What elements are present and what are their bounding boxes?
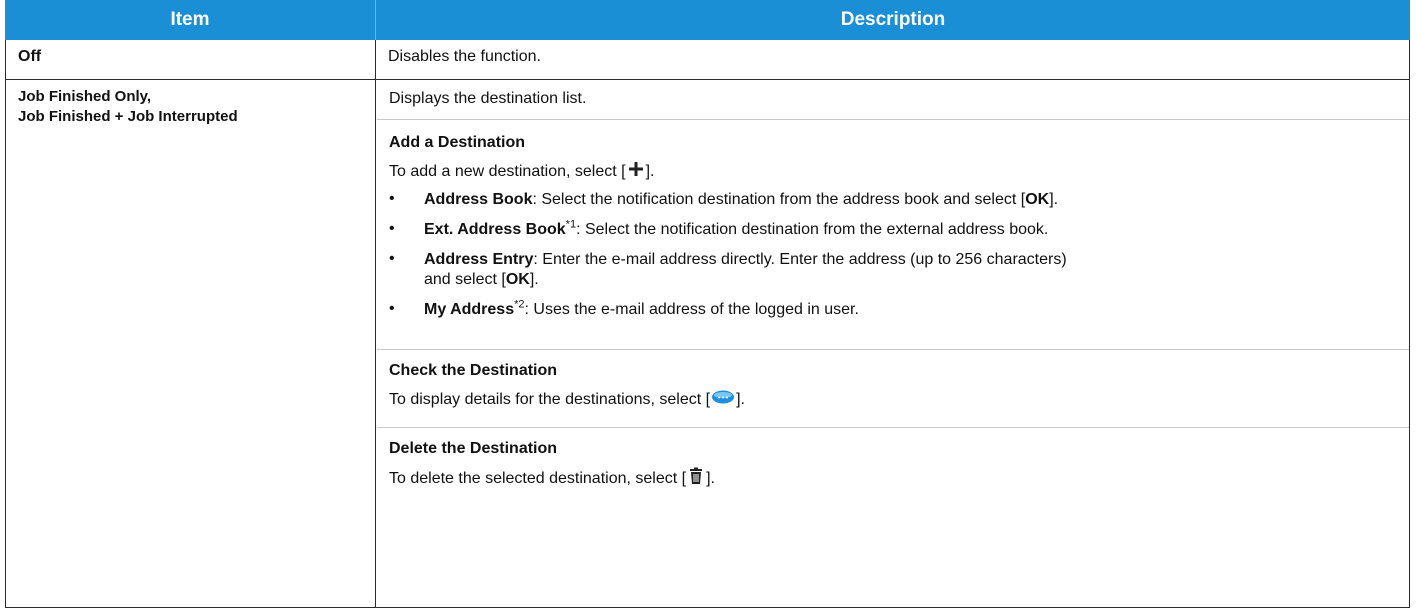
section-add-destination: Add a Destination To add a new destinati… bbox=[377, 120, 1409, 350]
address-entry-text2-end: ]. bbox=[529, 271, 539, 288]
row-off-item: Off bbox=[5, 40, 376, 80]
row-job-item-line1: Job Finished Only, bbox=[18, 88, 152, 105]
term-address-book: Address Book bbox=[424, 191, 533, 208]
footnote-ref-1: *1 bbox=[565, 218, 577, 231]
details-oval-icon bbox=[710, 389, 736, 411]
delete-text-post: ]. bbox=[706, 470, 715, 488]
add-intro-post: ]. bbox=[645, 163, 655, 181]
column-header-item: Item bbox=[5, 0, 376, 40]
my-address-text: : Uses the e-mail address of the logged … bbox=[524, 301, 859, 318]
bullet-dot: • bbox=[389, 300, 395, 317]
row-off-description: Disables the function. bbox=[376, 40, 1410, 80]
ext-address-book-text: : Select the notification destination fr… bbox=[576, 221, 1049, 238]
term-ext-address-book: Ext. Address Book bbox=[424, 221, 566, 238]
row-job-item: Job Finished Only, Job Finished + Job In… bbox=[5, 80, 376, 608]
plus-icon bbox=[626, 161, 646, 183]
row-job-item-line2: Job Finished + Job Interrupted bbox=[18, 108, 238, 125]
row-off-item-label: Off bbox=[18, 48, 42, 65]
section-delete-title: Delete the Destination bbox=[389, 440, 558, 457]
address-entry-text2: and select [ bbox=[424, 271, 506, 288]
trash-icon bbox=[686, 467, 706, 491]
column-header-description: Description bbox=[376, 0, 1410, 40]
section-intro-text: Displays the destination list. bbox=[389, 90, 587, 107]
ok-label: OK bbox=[505, 271, 530, 288]
address-book-text-end: ]. bbox=[1049, 191, 1059, 208]
section-intro: Displays the destination list. bbox=[377, 80, 1409, 120]
address-book-text: : Select the notification destination fr… bbox=[532, 191, 1026, 208]
bullet-dot: • bbox=[389, 190, 395, 207]
section-check-title: Check the Destination bbox=[389, 362, 558, 379]
row-off-description-text: Disables the function. bbox=[388, 48, 541, 65]
section-delete-destination: Delete the Destination To delete the sel… bbox=[377, 428, 1409, 507]
section-check-destination: Check the Destination To display details… bbox=[377, 350, 1409, 428]
add-intro-pre: To add a new destination, select [ bbox=[389, 163, 626, 181]
check-text-pre: To display details for the destinations,… bbox=[389, 391, 711, 409]
delete-text-pre: To delete the selected destination, sele… bbox=[389, 470, 687, 488]
bullet-dot: • bbox=[389, 250, 395, 267]
settings-table: Item Description Off Disables the functi… bbox=[5, 0, 1410, 608]
term-address-entry: Address Entry bbox=[424, 251, 534, 268]
footnote-ref-2: *2 bbox=[514, 298, 525, 311]
ok-label: OK bbox=[1025, 191, 1050, 208]
bullet-dot: • bbox=[389, 220, 395, 237]
check-text-post: ]. bbox=[736, 391, 745, 409]
section-add-title: Add a Destination bbox=[389, 134, 526, 151]
address-entry-text: : Enter the e-mail address directly. Ent… bbox=[533, 251, 1067, 268]
section-check-text: To display details for the destinations,… bbox=[389, 389, 1397, 411]
term-my-address: My Address bbox=[424, 301, 515, 318]
section-add-intro: To add a new destination, select []. bbox=[389, 161, 1397, 183]
section-delete-text: To delete the selected destination, sele… bbox=[389, 467, 1397, 491]
